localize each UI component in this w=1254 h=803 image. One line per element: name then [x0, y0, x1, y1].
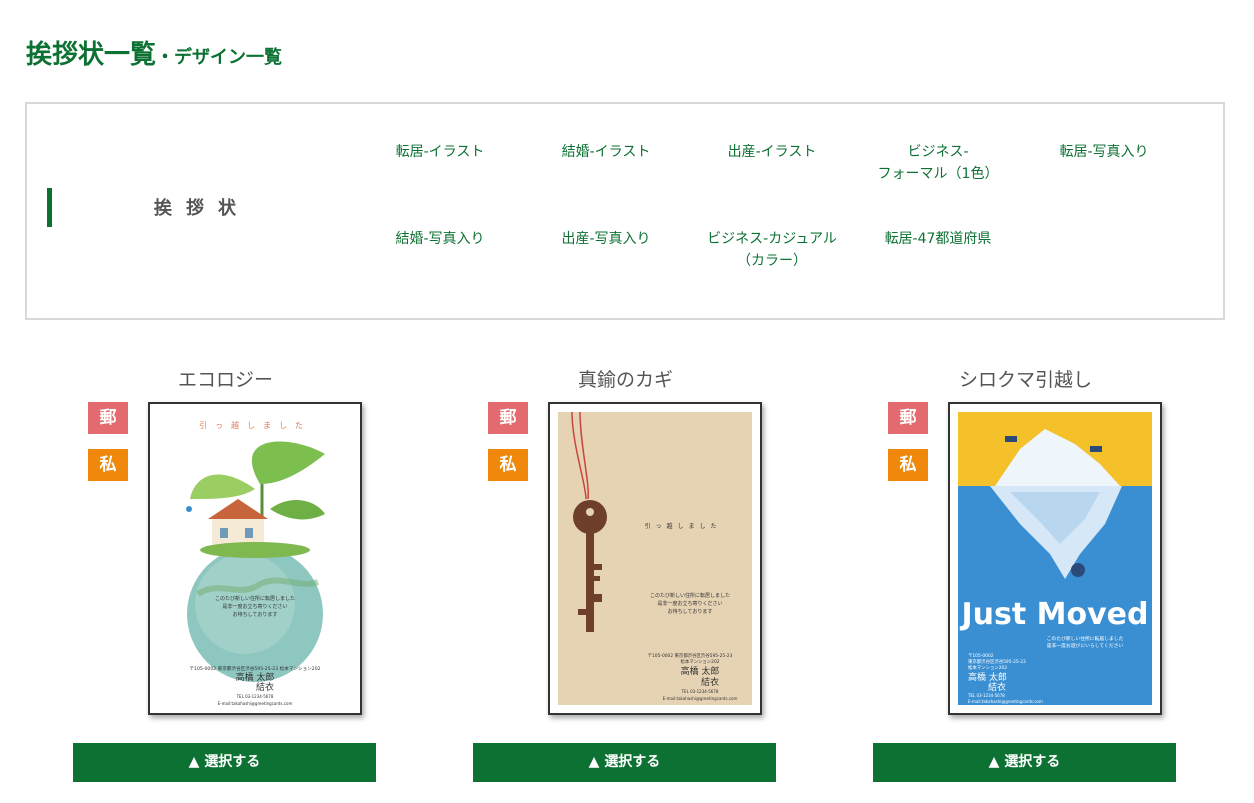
card-name-2: 結衣: [701, 676, 719, 688]
design-card-ecology: エコロジー 郵 私 引っ越しました このたび新しい住所に転居しました 是非一度お…: [73, 365, 376, 785]
card-name-2: 結衣: [988, 681, 1006, 693]
category-link-wedding-photo[interactable]: 結婚-写真入り: [365, 228, 515, 250]
card-tel: TEL 03-1234-5678: [967, 693, 1005, 698]
private-badge: 私: [888, 449, 928, 481]
card-tel: TEL 03-1234-5678: [681, 689, 719, 694]
card-address: 〒105-0002 東京都渋谷区渋谷595-25-23 松本マンション202: [189, 665, 320, 672]
polar-bear-card-image: Just Moved このたび新しい住所に転居しました 是非一度お遊びにいらして…: [950, 404, 1160, 713]
select-button[interactable]: ▲ 選択する: [73, 743, 376, 782]
card-email: E-mail:takahashi@greetingcards.com: [663, 696, 738, 701]
page-title-main: 挨拶状一覧: [26, 40, 157, 70]
card-name-2: 結衣: [256, 681, 274, 693]
card-email: E-mail:takahashi@greetingcards.com: [968, 699, 1043, 704]
postcard-badge: 郵: [888, 402, 928, 434]
card-address-2: 東京都渋谷区渋谷595-25-23: [968, 658, 1026, 665]
card-email: E-mail:takahashi@greetingcards.com: [218, 701, 293, 706]
card-heading: 引っ越しました: [644, 522, 721, 530]
card-message-1: このたび新しい住所に転居しました: [215, 595, 295, 602]
category-link-move-illust[interactable]: 転居-イラスト: [365, 141, 515, 163]
card-message-3: お待ちしております: [668, 608, 713, 615]
design-card-brass-key: 真鍮のカギ 郵 私 引っ越しました このたび新しい住所に転居しました 是非一度お…: [473, 365, 776, 785]
category-link-business-formal[interactable]: ビジネス- フォーマル（1色）: [863, 141, 1013, 185]
category-link-business-casual[interactable]: ビジネス-カジュアル （カラー）: [697, 228, 847, 272]
card-message-2: 是非一度お立ち寄りください: [222, 603, 287, 610]
card-address-1: 〒105-0002: [968, 653, 994, 659]
select-button[interactable]: ▲ 選択する: [873, 743, 1176, 782]
private-badge: 私: [488, 449, 528, 481]
card-message-1: このたび新しい住所に転居しました: [650, 592, 730, 599]
category-accent-bar: [47, 188, 52, 227]
category-link-move-47-prefectures[interactable]: 転居-47都道府県: [863, 228, 1013, 250]
card-address-3: 松本マンション202: [968, 664, 1007, 671]
postcard-badge: 郵: [488, 402, 528, 434]
category-link-wedding-illust[interactable]: 結婚-イラスト: [531, 141, 681, 163]
ecology-card-image: 引っ越しました このたび新しい住所に転居しました 是非一度お立ち寄りください お…: [150, 404, 360, 713]
private-badge: 私: [88, 449, 128, 481]
select-button[interactable]: ▲ 選択する: [473, 743, 776, 782]
card-message-2: 是非一度お遊びにいらしてください: [1047, 642, 1124, 649]
design-thumbnail[interactable]: 引っ越しました このたび新しい住所に転居しました 是非一度お立ち寄りください お…: [148, 402, 362, 715]
design-thumbnail[interactable]: 引っ越しました このたび新しい住所に転居しました 是非一度お立ち寄りください お…: [548, 402, 762, 715]
category-link-birth-photo[interactable]: 出産-写真入り: [531, 228, 681, 250]
card-address-1: 〒105-0002 東京都渋谷区渋谷595-25-23: [648, 652, 733, 659]
card-heading: 引っ越しました: [199, 420, 311, 430]
design-card-polar-bear: シロクマ引越し 郵 私 Just Moved このたび新しい住所に転居しました …: [873, 365, 1176, 785]
design-thumbnail[interactable]: Just Moved このたび新しい住所に転居しました 是非一度お遊びにいらして…: [948, 402, 1162, 715]
card-name-1: 高橋 太郎: [681, 665, 720, 677]
postcard-badge: 郵: [88, 402, 128, 434]
card-name-1: 高橋 太郎: [236, 671, 275, 683]
card-heading: Just Moved: [959, 597, 1148, 632]
card-message-2: 是非一度お立ち寄りください: [657, 600, 722, 607]
brass-key-card-image: 引っ越しました このたび新しい住所に転居しました 是非一度お立ち寄りください お…: [550, 404, 760, 713]
card-address-2: 松本マンション202: [680, 658, 719, 665]
card-message-3: お待ちしております: [233, 611, 278, 618]
design-title: シロクマ引越し: [958, 369, 1092, 391]
category-link-move-photo[interactable]: 転居-写真入り: [1029, 141, 1179, 163]
category-link-birth-illust[interactable]: 出産-イラスト: [697, 141, 847, 163]
page-title: 挨拶状一覧・デザイン一覧: [26, 33, 282, 71]
design-title: エコロジー: [177, 369, 273, 391]
page-subtitle: ・デザイン一覧: [156, 47, 283, 68]
card-tel: TEL 03-1234-5678: [236, 694, 274, 699]
card-message-1: このたび新しい住所に転居しました: [1047, 635, 1124, 642]
category-panel: 挨拶状 転居-イラスト 結婚-イラスト 出産-イラスト ビジネス- フォーマル（…: [25, 102, 1225, 320]
design-title: 真鍮のカギ: [577, 369, 673, 391]
category-label: 挨拶状: [154, 198, 250, 219]
card-name-1: 高橋 太郎: [968, 671, 1007, 683]
